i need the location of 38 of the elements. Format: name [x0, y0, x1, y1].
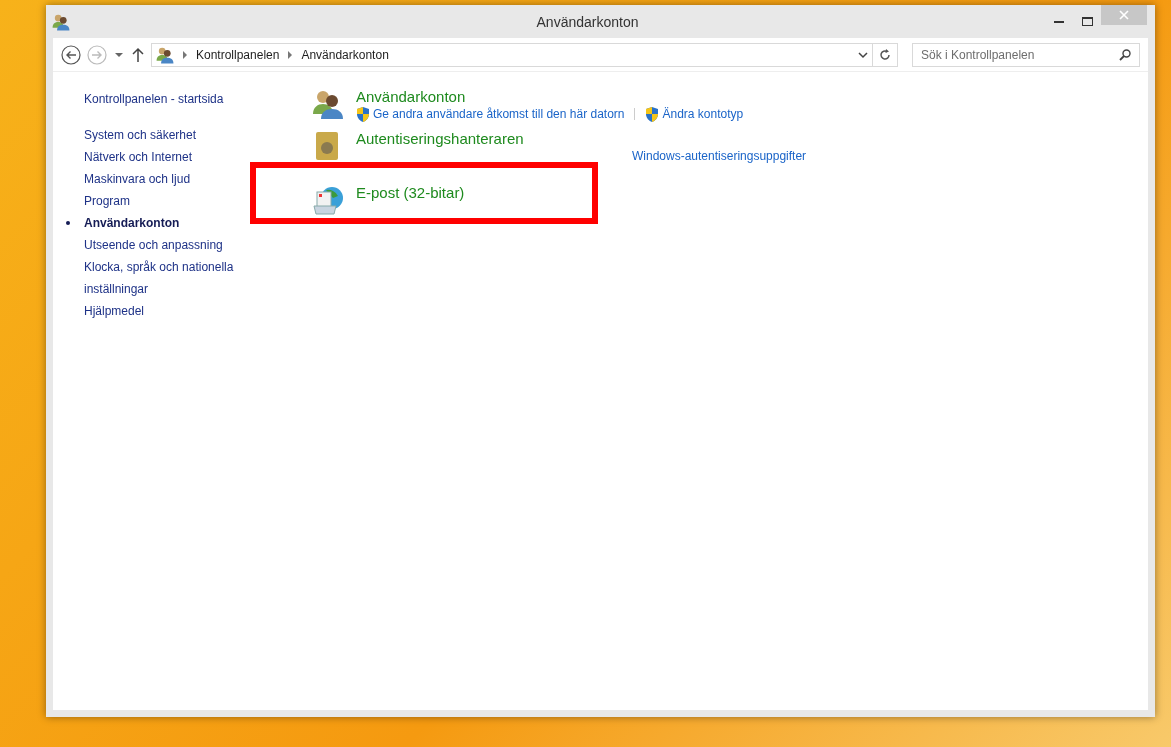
- task-link[interactable]: Ge andra användare åtkomst till den här datorn: [356, 106, 625, 122]
- sidebar-item[interactable]: Utseende och anpassning: [84, 234, 254, 256]
- category-link[interactable]: Autentiseringshanteraren: [356, 130, 807, 148]
- sidebar-item[interactable]: Program: [84, 190, 254, 212]
- search-icon: [1119, 48, 1131, 61]
- location-icon: [156, 45, 174, 64]
- search-field[interactable]: Sök i Kontrollpanelen: [912, 42, 1140, 67]
- dropdown-icon[interactable]: [858, 50, 868, 59]
- users-icon: [312, 88, 344, 120]
- mail-icon: [312, 184, 344, 216]
- shield-icon: [356, 106, 370, 122]
- sidebar-item[interactable]: Klocka, språk och nationella inställningar: [84, 256, 254, 300]
- address-bar[interactable]: Kontrollpanelen Användarkonton: [151, 42, 873, 67]
- sidebar-link[interactable]: Kontrollpanelen - startsida: [84, 88, 254, 110]
- breadcrumb[interactable]: Användarkonton: [301, 47, 389, 62]
- app-icon: [52, 12, 70, 31]
- sidebar-item[interactable]: System och säkerhet: [84, 124, 254, 146]
- sidebar-item[interactable]: Hjälpmedel: [84, 300, 254, 322]
- refresh-icon: [879, 48, 891, 61]
- back-button[interactable]: [61, 44, 81, 65]
- minimize-icon: [1054, 20, 1064, 23]
- window-title: Användarkonton: [535, 13, 640, 30]
- sidebar-item[interactable]: Nätverk och Internet: [84, 146, 254, 168]
- refresh-button[interactable]: [872, 42, 898, 67]
- chevron-icon: [182, 50, 188, 59]
- category-link[interactable]: Användarkonton: [356, 88, 744, 106]
- task-link[interactable]: Ändra kontotyp: [645, 106, 744, 122]
- chevron-icon: [287, 50, 294, 59]
- sidebar-item[interactable]: Användarkonton: [84, 212, 254, 234]
- up-button[interactable]: [131, 46, 145, 63]
- sidebar-item[interactable]: Maskinvara och ljud: [84, 168, 254, 190]
- breadcrumb[interactable]: Kontrollpanelen: [196, 47, 280, 62]
- category-link[interactable]: E-post (32-bitar): [356, 184, 465, 202]
- shield-icon: [645, 106, 660, 122]
- bullet-icon: [66, 221, 70, 225]
- maximize-icon: [1081, 17, 1093, 26]
- task-link[interactable]: Windows-autentiseringsuppgifter: [632, 148, 807, 164]
- close-icon: [1119, 10, 1129, 20]
